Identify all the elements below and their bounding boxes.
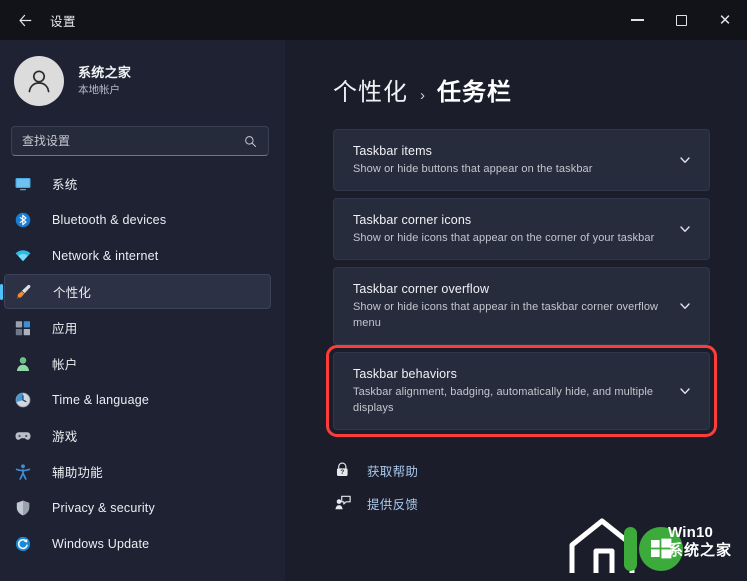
maximize-button[interactable] xyxy=(659,0,703,40)
avatar xyxy=(14,56,64,106)
card-title: Taskbar items xyxy=(353,144,433,158)
card-subtitle: Taskbar alignment, badging, automaticall… xyxy=(353,386,654,415)
settings-card-list: Taskbar items Show or hide buttons that … xyxy=(326,129,717,438)
card-subtitle: Show or hide buttons that appear on the … xyxy=(353,163,593,176)
search-icon[interactable] xyxy=(240,135,260,148)
close-button[interactable]: ✕ xyxy=(703,0,747,40)
sidebar-item-windows-update[interactable]: Windows Update xyxy=(4,526,271,561)
shield-icon xyxy=(14,499,32,517)
link-label: 提供反馈 xyxy=(367,497,419,512)
card-title: Taskbar corner overflow xyxy=(353,282,490,297)
give-feedback-link[interactable]: 提供反馈 xyxy=(333,489,418,517)
close-icon: ✕ xyxy=(718,11,732,29)
title-bar: 设置 ✕ xyxy=(0,0,747,40)
breadcrumb: 个性化 › 任务栏 xyxy=(333,72,747,107)
account-section[interactable]: 系统之家 本地帐户 xyxy=(0,48,285,114)
sidebar-item-bluetooth-devices[interactable]: Bluetooth & devices xyxy=(4,202,271,237)
account-text: 系统之家 本地帐户 xyxy=(78,64,131,99)
feedback-icon xyxy=(333,493,353,513)
card-title: Taskbar behaviors xyxy=(353,367,457,382)
get-help-link[interactable]: ? 获取帮助 xyxy=(333,456,418,484)
search-box[interactable] xyxy=(11,126,269,156)
get-help-icon: ? xyxy=(333,460,353,480)
card-taskbar-items[interactable]: Taskbar items Show or hide buttons that … xyxy=(333,129,710,192)
sidebar-item-apps[interactable]: 应用 xyxy=(4,310,271,345)
chevron-down-icon[interactable] xyxy=(678,222,692,236)
sidebar-item-label: Privacy & security xyxy=(52,500,155,515)
card-taskbar-behaviors[interactable]: Taskbar behaviors Taskbar alignment, bad… xyxy=(326,345,717,438)
paintbrush-icon xyxy=(15,283,33,301)
window-title: 设置 xyxy=(50,14,77,29)
minimize-icon xyxy=(630,19,644,21)
card-title: Taskbar corner icons xyxy=(353,213,472,228)
sidebar-item-label: 应用 xyxy=(52,322,78,336)
sidebar: 系统之家 本地帐户 查找设置 系统 Bluetooth & devices Ne… xyxy=(0,40,285,581)
sidebar-item-label: 帐户 xyxy=(52,358,78,372)
sidebar-item-label: 系统 xyxy=(52,178,78,192)
sidebar-item-label: Time & language xyxy=(52,392,150,407)
chevron-down-icon[interactable] xyxy=(678,153,692,167)
sidebar-item-accessibility[interactable]: 辅助功能 xyxy=(4,454,271,489)
account-name: 系统之家 xyxy=(78,64,132,80)
sidebar-item-label: 游戏 xyxy=(52,430,78,444)
main-content: 个性化 › 任务栏 Taskbar items Show or hide but… xyxy=(285,40,747,581)
sidebar-item-accounts[interactable]: 帐户 xyxy=(4,346,271,381)
sidebar-item-label: Bluetooth & devices xyxy=(52,212,167,227)
clock-icon xyxy=(14,391,32,409)
bluetooth-icon xyxy=(14,211,32,229)
sidebar-item-personalization[interactable]: 个性化 xyxy=(4,274,271,309)
chevron-down-icon[interactable] xyxy=(678,384,692,398)
page-title: 任务栏 xyxy=(437,79,512,106)
card-taskbar-corner-overflow[interactable]: Taskbar corner overflow Show or hide ico… xyxy=(333,267,710,346)
person-avatar-icon xyxy=(28,70,50,93)
update-icon xyxy=(14,535,32,553)
back-button[interactable] xyxy=(8,6,42,34)
sidebar-item-label: 辅助功能 xyxy=(52,466,103,480)
settings-window: 设置 ✕ 系统之家 本地帐户 查找设置 系统 Bluetooth & devic… xyxy=(0,0,747,581)
sidebar-item-label: Network & internet xyxy=(52,248,159,263)
sidebar-item-label: Windows Update xyxy=(52,536,150,551)
monitor-icon xyxy=(14,175,32,193)
sidebar-item-system[interactable]: 系统 xyxy=(4,166,271,201)
sidebar-item-privacy-security[interactable]: Privacy & security xyxy=(4,490,271,525)
search-input[interactable] xyxy=(12,134,240,148)
caption-buttons: ✕ xyxy=(615,0,747,40)
minimize-button[interactable] xyxy=(615,0,659,40)
card-taskbar-corner-icons[interactable]: Taskbar corner icons Show or hide icons … xyxy=(333,198,710,261)
sidebar-item-network-internet[interactable]: Network & internet xyxy=(4,238,271,273)
sidebar-nav-list: 系统 Bluetooth & devices Network & interne… xyxy=(0,166,285,561)
account-subtitle: 本地帐户 xyxy=(78,83,120,96)
help-links: ? 获取帮助 提供反馈 xyxy=(333,456,747,517)
back-arrow-icon xyxy=(18,14,31,26)
sidebar-item-gaming[interactable]: 游戏 xyxy=(4,418,271,453)
sidebar-item-time-language[interactable]: Time & language xyxy=(4,382,271,417)
account-icon xyxy=(14,355,32,373)
breadcrumb-separator-icon: › xyxy=(420,87,425,104)
breadcrumb-parent[interactable]: 个性化 xyxy=(333,72,408,107)
apps-icon xyxy=(14,319,32,337)
svg-text:?: ? xyxy=(340,469,344,476)
link-label: 获取帮助 xyxy=(367,464,419,479)
card-subtitle: Show or hide icons that appear on the co… xyxy=(353,232,655,245)
chevron-down-icon[interactable] xyxy=(678,299,692,313)
sidebar-item-label: 个性化 xyxy=(53,286,92,300)
accessibility-icon xyxy=(14,463,32,481)
wifi-icon xyxy=(14,247,32,265)
gamepad-icon xyxy=(14,427,32,445)
maximize-icon xyxy=(675,14,687,26)
card-subtitle: Show or hide icons that appear in the ta… xyxy=(353,301,659,330)
